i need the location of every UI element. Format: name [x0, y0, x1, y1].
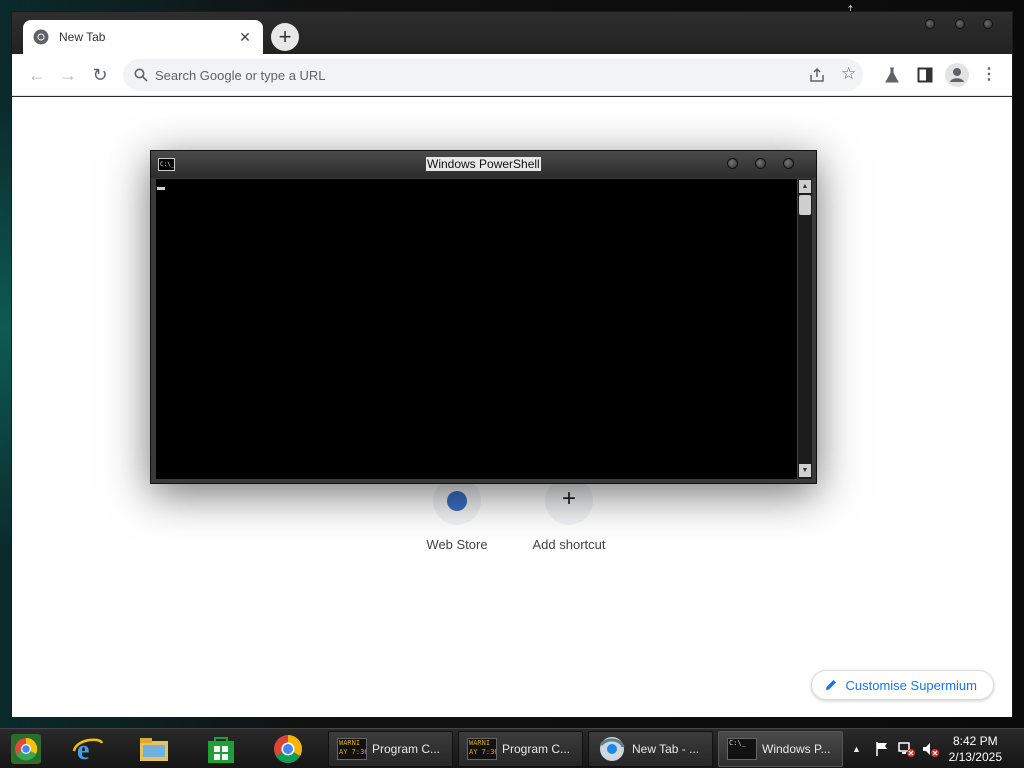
console-icon: C:\_: [158, 158, 175, 171]
profile-avatar[interactable]: [945, 63, 969, 87]
shortcut-label: Add shortcut: [532, 537, 606, 552]
plus-icon: +: [545, 477, 593, 525]
volume-muted-icon[interactable]: [922, 741, 940, 757]
tab-strip: New Tab ✕ +: [12, 12, 1012, 54]
close-window-button[interactable]: [983, 19, 993, 29]
taskbar-new-tab[interactable]: New Tab - ...: [588, 731, 713, 767]
taskbar-label: Program C...: [372, 742, 441, 756]
taskbar-label: Windows P...: [762, 742, 831, 756]
start-chrome-icon[interactable]: [10, 733, 42, 765]
tab-title: New Tab: [59, 30, 106, 44]
taskbar: e WARNI AY 7:36 Program C... WARNI AY 7:…: [0, 728, 1024, 768]
store-icon[interactable]: [205, 733, 237, 765]
powershell-window[interactable]: C:\_ Windows PowerShell ▲ ▼: [150, 150, 817, 484]
shortcut-web-store[interactable]: Web Store: [407, 477, 507, 552]
person-icon: [950, 68, 964, 82]
window-thumbnail: WARNI AY 7:36: [467, 738, 497, 760]
menu-icon[interactable]: ⋮: [978, 64, 1000, 86]
shortcut-add[interactable]: + Add shortcut: [519, 477, 619, 552]
window-title: Windows PowerShell: [426, 157, 541, 171]
text-cursor: [157, 187, 165, 190]
omnibox-input[interactable]: [155, 65, 795, 85]
taskbar-program-1[interactable]: WARNI AY 7:36 Program C...: [328, 731, 453, 767]
chrome-icon[interactable]: [272, 733, 304, 765]
scrollbar[interactable]: ▲ ▼: [797, 179, 812, 479]
taskbar-program-2[interactable]: WARNI AY 7:36 Program C...: [458, 731, 583, 767]
file-explorer-icon[interactable]: [138, 733, 170, 765]
forward-icon[interactable]: →: [57, 64, 79, 86]
minimize-button[interactable]: [727, 158, 738, 169]
console-area[interactable]: [156, 179, 797, 479]
scroll-down-icon[interactable]: ▼: [799, 464, 811, 477]
taskbar-label: New Tab - ...: [632, 742, 700, 756]
window-thumbnail: WARNI AY 7:36: [337, 738, 367, 760]
browser-toolbar: ← → ↻ ☆ ⋮: [12, 54, 1012, 96]
network-error-icon[interactable]: [898, 741, 916, 757]
close-button[interactable]: [783, 158, 794, 169]
new-tab-button[interactable]: +: [271, 23, 299, 51]
share-icon[interactable]: [809, 67, 825, 83]
omnibox[interactable]: ☆: [123, 59, 863, 91]
maximize-button[interactable]: [955, 19, 965, 29]
action-center-flag-icon[interactable]: [874, 741, 890, 757]
back-icon[interactable]: ←: [26, 64, 48, 86]
powershell-titlebar[interactable]: C:\_ Windows PowerShell: [151, 151, 816, 178]
scroll-up-icon[interactable]: ▲: [799, 180, 811, 193]
maximize-button[interactable]: [755, 158, 766, 169]
close-tab-icon[interactable]: ✕: [237, 29, 253, 46]
search-icon: [134, 68, 148, 82]
scroll-thumb[interactable]: [799, 195, 811, 215]
taskbar-label: Program C...: [502, 742, 571, 756]
customise-button[interactable]: Customise Supermium: [810, 670, 994, 700]
pencil-icon: [825, 680, 836, 690]
minimize-button[interactable]: [925, 19, 935, 29]
clock-time: 8:42 PM: [952, 734, 998, 748]
clock-date: 2/13/2025: [948, 750, 1002, 764]
chrome-icon: [33, 29, 49, 45]
tab-new-tab[interactable]: New Tab ✕: [23, 20, 263, 54]
reload-icon[interactable]: ↻: [89, 64, 111, 86]
system-clock[interactable]: 8:42 PM 2/13/2025: [949, 733, 1002, 765]
side-panel-icon[interactable]: [917, 67, 933, 83]
tray-chevron-icon[interactable]: ▲: [852, 744, 861, 754]
shortcut-label: Web Store: [426, 537, 488, 552]
console-icon: C:\_: [727, 738, 757, 760]
web-store-icon: [433, 477, 481, 525]
customise-label: Customise Supermium: [845, 677, 978, 693]
bookmark-star-icon[interactable]: ☆: [841, 64, 856, 84]
internet-explorer-icon[interactable]: e: [72, 733, 104, 765]
taskbar-powershell[interactable]: C:\_ Windows P...: [718, 731, 843, 767]
labs-flask-icon[interactable]: [884, 67, 900, 83]
supermium-icon: [599, 737, 625, 761]
